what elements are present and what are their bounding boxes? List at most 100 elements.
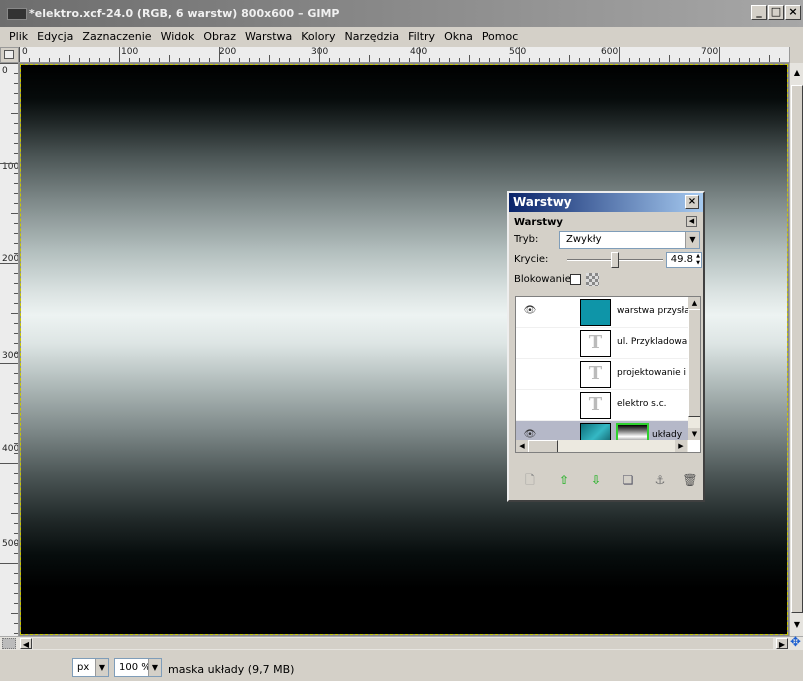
hruler-tick [459,58,460,62]
spin-arrows-icon[interactable]: ▲ ▼ [694,253,700,267]
vruler-tick [14,153,18,154]
menu-arrow-icon [4,50,14,59]
layer-list-hscroll-thumb[interactable] [528,440,558,452]
eye-icon[interactable]: 👁 [523,306,537,316]
vruler-tick [14,393,18,394]
vruler-tick [14,303,18,304]
menu-widok[interactable]: Widok [157,27,200,47]
vruler-tick [14,553,18,554]
horizontal-scroll-thumb[interactable] [33,638,773,649]
menu-warstwa[interactable]: Warstwa [241,27,297,47]
zoom-toggle-corner[interactable] [789,47,803,63]
scroll-up-arrow-icon[interactable]: ▲ [791,67,803,79]
hruler-tick [639,58,640,62]
layer-row[interactable]: elektro s.c. [516,390,688,421]
scroll-right-arrow-icon[interactable]: ▶ [675,440,687,452]
hruler-tick [159,58,160,62]
scroll-left-arrow-icon[interactable]: ◀ [20,638,32,649]
scroll-right-arrow-icon[interactable]: ▶ [776,638,788,649]
mode-label: Tryb: [514,234,539,245]
hruler-tick [609,58,610,62]
hruler-label: 700 [701,47,719,57]
delete-layer-icon[interactable]: 🗑 [681,471,699,489]
hruler-tick [439,58,440,62]
menu-kolory[interactable]: Kolory [297,27,340,47]
maximize-button[interactable]: □ [768,5,784,20]
scroll-left-arrow-icon[interactable]: ◀ [516,440,528,452]
hruler-label: 500 [509,47,527,57]
quick-mask-toggle[interactable] [2,638,16,649]
vruler-tick [11,413,18,414]
horizontal-scrollbar[interactable]: ◀ ▶ ✥ [0,636,803,650]
layer-name: warstwa przysła [617,306,689,316]
hruler-tick [379,58,380,62]
hruler-tick [239,58,240,62]
horizontal-ruler[interactable]: 0 100 200 300 400 500 600 700 [19,47,789,63]
menu-zaznaczenie[interactable]: Zaznaczenie [78,27,156,47]
tab-menu-icon[interactable]: ◀ [686,216,697,227]
hruler-tick [469,55,470,62]
status-bar: px ▼ 100 % ▼ maska układy (9,7 MB) [0,650,803,681]
window-titlebar[interactable]: *elektro.xcf-24.0 (RGB, 6 warstw) 800x60… [0,0,803,27]
menu-pomoc[interactable]: Pomoc [478,27,523,47]
close-dialog-button[interactable]: × [685,195,699,209]
alpha-checker-icon [586,273,599,286]
zoom-select[interactable]: 100 % ▼ [114,658,162,677]
vruler-label: 400 [2,444,19,454]
menu-narzedzia[interactable]: Narzędzia [340,27,404,47]
close-window-button[interactable]: × [785,5,801,20]
eye-hidden-icon[interactable] [523,337,537,347]
anchor-layer-icon[interactable]: ⚓ [651,471,669,489]
lower-layer-icon[interactable]: ⇩ [587,471,605,489]
menu-okna[interactable]: Okna [440,27,478,47]
minimize-button[interactable]: _ [751,5,767,20]
chevron-down-icon: ▼ [95,659,108,676]
menu-plik[interactable]: Plik [5,27,33,47]
layer-name: projektowanie i [617,368,686,378]
layer-list-hscrollbar[interactable]: ◀ ▶ [516,440,688,452]
layer-list-scroll-thumb[interactable] [688,309,700,417]
scroll-down-arrow-icon[interactable]: ▼ [688,428,700,440]
hruler-tick [539,58,540,62]
vruler-tick [14,73,18,74]
layer-list[interactable]: 👁 warstwa przysła ul. Przykladowa projek… [515,296,701,453]
scroll-up-arrow-icon[interactable]: ▲ [688,297,700,309]
vruler-tick [14,93,18,94]
unit-select[interactable]: px ▼ [72,658,109,677]
vertical-ruler[interactable]: 0 100 200 300 400 500 [0,63,19,636]
vertical-scrollbar[interactable]: ▲ ▼ [789,63,803,636]
layer-list-vscrollbar[interactable]: ▲ ▼ [688,297,700,440]
vruler-tick [14,573,18,574]
eye-hidden-icon[interactable] [523,368,537,378]
layers-dialog-titlebar[interactable]: Warstwy × [509,193,703,212]
layer-thumbnail [580,299,611,326]
mode-select[interactable]: Zwykły ▼ [559,231,700,249]
raise-layer-icon[interactable]: ⇧ [555,471,573,489]
opacity-slider-handle[interactable] [611,252,619,268]
navigate-icon[interactable]: ✥ [790,636,802,650]
vertical-scroll-thumb[interactable] [791,85,803,613]
menu-obraz[interactable]: Obraz [199,27,241,47]
duplicate-layer-icon[interactable]: ❏ [619,471,637,489]
eye-hidden-icon[interactable] [523,399,537,409]
menu-filtry[interactable]: Filtry [404,27,440,47]
lock-alpha-checkbox[interactable] [570,274,581,285]
vruler-tick [0,63,18,64]
hruler-tick [89,58,90,62]
hruler-tick [49,58,50,62]
layer-row[interactable]: 👁 warstwa przysła [516,297,689,328]
chevron-down-icon: ▼ [685,232,699,248]
new-layer-icon[interactable]: 🗋 [521,471,539,489]
hruler-label: 100 [121,47,139,57]
menu-edycja[interactable]: Edycja [33,27,78,47]
hruler-tick [519,47,520,62]
lock-label: Blokowanie: [514,274,575,285]
opacity-input[interactable]: 49.8 ▲ ▼ [666,252,702,268]
hruler-tick [669,55,670,62]
hruler-tick [729,58,730,62]
scroll-down-arrow-icon[interactable]: ▼ [791,619,803,631]
quick-menu-button[interactable] [0,47,19,63]
layer-row[interactable]: ul. Przykladowa [516,328,688,359]
layer-row[interactable]: projektowanie i [516,359,688,390]
eye-icon[interactable]: 👁 [523,430,537,440]
